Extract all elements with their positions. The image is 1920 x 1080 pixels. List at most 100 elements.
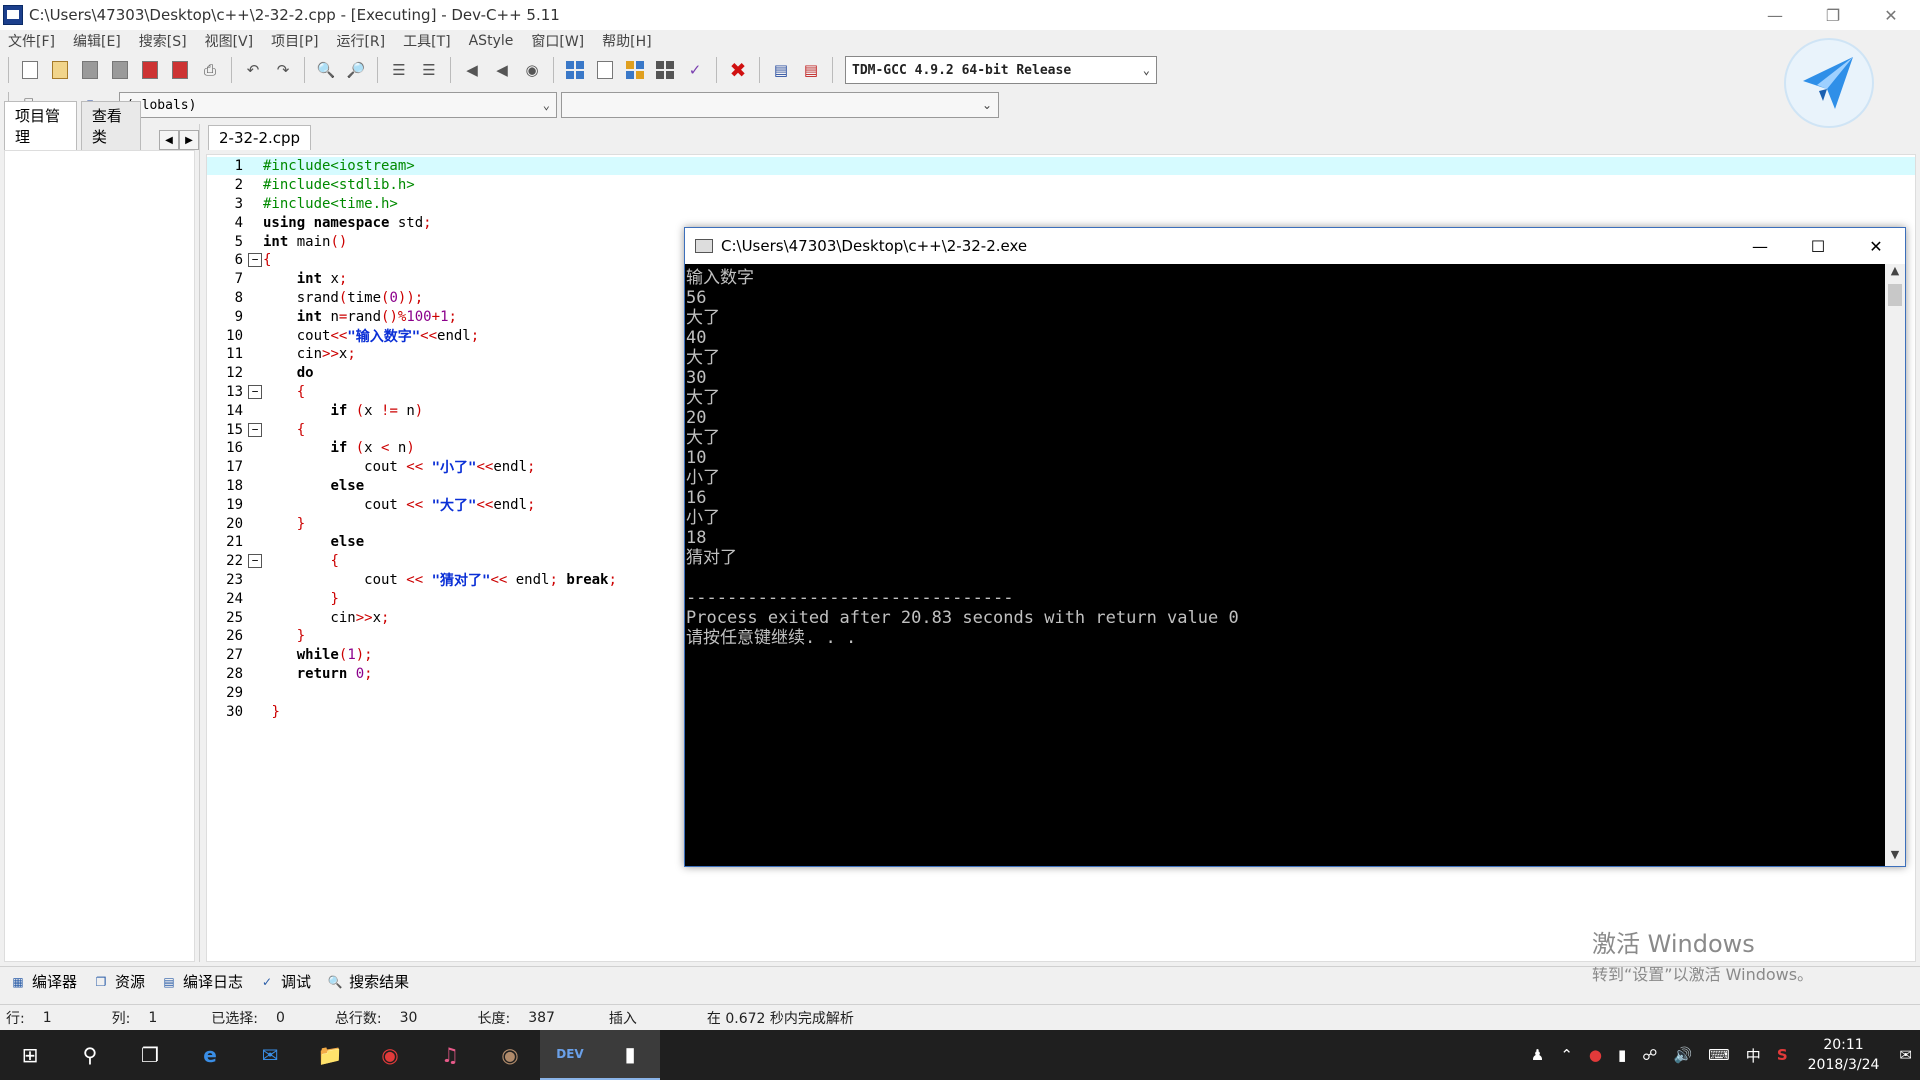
clock[interactable]: 20:11 2018/3/24 bbox=[1808, 1035, 1880, 1075]
bookmark-icon[interactable]: ◉ bbox=[519, 57, 545, 83]
console-close-button[interactable]: ✕ bbox=[1847, 228, 1905, 264]
editor-tab-strip: 2-32-2.cpp bbox=[200, 124, 312, 150]
search-icon[interactable]: ⚲ bbox=[60, 1030, 120, 1080]
console-line: 40 bbox=[686, 328, 707, 348]
status-lines-label: 总行数: bbox=[334, 1010, 382, 1027]
redo-icon[interactable]: ↷ bbox=[270, 57, 296, 83]
menu-search[interactable]: 搜索[S] bbox=[139, 31, 187, 51]
save-all-icon[interactable] bbox=[107, 57, 133, 83]
run-icon[interactable] bbox=[592, 57, 618, 83]
indent-icon[interactable]: ☰ bbox=[386, 57, 412, 83]
sogou-ime-icon[interactable]: S bbox=[1777, 1046, 1788, 1064]
scroll-down-icon[interactable]: ▼ bbox=[1885, 848, 1905, 866]
menu-help[interactable]: 帮助[H] bbox=[602, 31, 651, 51]
console-window[interactable]: C:\Users\47303\Desktop\c++\2-32-2.exe — … bbox=[684, 227, 1906, 867]
open-file-icon[interactable] bbox=[47, 57, 73, 83]
console-line: -------------------------------- bbox=[686, 588, 1014, 608]
tab-search-results-label: 搜索结果 bbox=[349, 973, 410, 991]
chevron-down-icon: ⌄ bbox=[981, 98, 992, 112]
scope-select[interactable]: (globals) ⌄ bbox=[119, 92, 557, 118]
ime-indicator[interactable]: 中 bbox=[1746, 1045, 1761, 1066]
tab-source-file[interactable]: 2-32-2.cpp bbox=[208, 125, 312, 150]
unindent-icon[interactable]: ☰ bbox=[416, 57, 442, 83]
tab-search-results[interactable]: 🔍 搜索结果 bbox=[327, 971, 410, 992]
tab-scroll-left-icon[interactable]: ◀ bbox=[159, 130, 179, 150]
menu-project[interactable]: 项目[P] bbox=[271, 31, 318, 51]
compile-icon[interactable] bbox=[562, 57, 588, 83]
syntax-check-icon[interactable]: ✓ bbox=[682, 57, 708, 83]
console-line: 20 bbox=[686, 408, 707, 428]
console-line: Process exited after 20.83 seconds with … bbox=[686, 608, 1239, 628]
task-view-icon[interactable]: ❐ bbox=[120, 1030, 180, 1080]
tab-compiler[interactable]: ▦ 编译器 bbox=[10, 971, 77, 992]
stop-execution-icon[interactable]: ✖ bbox=[725, 57, 751, 83]
class-toolbar: ⎘ ➜ ▮ (globals) ⌄ ⌄ bbox=[0, 88, 1920, 122]
photo-app-icon[interactable]: ◉ bbox=[480, 1030, 540, 1080]
network-icon[interactable]: ☍ bbox=[1642, 1046, 1657, 1064]
music-app-icon[interactable]: ♫ bbox=[420, 1030, 480, 1080]
resources-icon: ❐ bbox=[95, 974, 107, 989]
people-icon[interactable]: ♟ bbox=[1531, 1046, 1544, 1064]
console-taskbar-icon[interactable]: ▮ bbox=[600, 1030, 660, 1080]
menu-view[interactable]: 视图[V] bbox=[205, 31, 254, 51]
console-maximize-button[interactable]: ☐ bbox=[1789, 228, 1847, 264]
find-icon[interactable]: 🔍 bbox=[313, 57, 339, 83]
devcpp-taskbar-icon[interactable]: DEV bbox=[540, 1030, 600, 1080]
netease-music-icon[interactable]: ◉ bbox=[360, 1030, 420, 1080]
delete-profile-icon[interactable]: ▤ bbox=[798, 57, 824, 83]
forward-icon[interactable]: ◀ bbox=[489, 57, 515, 83]
tab-compile-log[interactable]: ▤ 编译日志 bbox=[161, 971, 243, 992]
menu-astyle[interactable]: AStyle bbox=[469, 33, 514, 49]
undo-icon[interactable]: ↶ bbox=[240, 57, 266, 83]
new-file-icon[interactable] bbox=[17, 57, 43, 83]
system-tray: ♟ ⌃ ● ▮ ☍ 🔊 ⌨ 中 S 20:11 2018/3/24 ✉ bbox=[1523, 1030, 1920, 1080]
save-icon[interactable] bbox=[77, 57, 103, 83]
fold-toggle-icon[interactable]: − bbox=[248, 384, 262, 399]
replace-icon[interactable]: 🔎 bbox=[343, 57, 369, 83]
bottom-panel-tabs: ▦ 编译器 ❐ 资源 ▤ 编译日志 ✓ 调试 🔍 搜索结果 bbox=[0, 966, 1920, 996]
start-icon[interactable]: ⊞ bbox=[0, 1030, 60, 1080]
fold-toggle-icon[interactable]: − bbox=[248, 422, 262, 437]
tab-resources[interactable]: ❐ 资源 bbox=[93, 971, 145, 992]
show-hidden-icons-icon[interactable]: ⌃ bbox=[1560, 1046, 1573, 1064]
menu-tools[interactable]: 工具[T] bbox=[403, 31, 450, 51]
notifications-icon[interactable]: ✉ bbox=[1899, 1046, 1912, 1064]
outlook-icon[interactable]: ✉ bbox=[240, 1030, 300, 1080]
console-minimize-button[interactable]: — bbox=[1731, 228, 1789, 264]
edge-browser-icon[interactable]: e bbox=[180, 1030, 240, 1080]
scroll-thumb[interactable] bbox=[1888, 284, 1902, 306]
keyboard-icon[interactable]: ⌨ bbox=[1708, 1046, 1730, 1064]
tab-project[interactable]: 项目管理 bbox=[4, 101, 77, 150]
minimize-button[interactable]: — bbox=[1746, 0, 1804, 30]
restore-button[interactable]: ❐ bbox=[1804, 0, 1862, 30]
close-all-icon[interactable] bbox=[167, 57, 193, 83]
tab-scroll-right-icon[interactable]: ▶ bbox=[179, 130, 199, 150]
console-line: 大了 bbox=[686, 428, 720, 448]
menu-edit[interactable]: 编辑[E] bbox=[73, 31, 121, 51]
close-file-icon[interactable] bbox=[137, 57, 163, 83]
tab-classes[interactable]: 查看类 bbox=[80, 101, 141, 150]
compile-run-icon[interactable] bbox=[622, 57, 648, 83]
console-line: 18 bbox=[686, 528, 707, 548]
fold-toggle-icon[interactable]: − bbox=[248, 554, 262, 569]
member-select[interactable]: ⌄ bbox=[561, 92, 999, 118]
project-tree[interactable] bbox=[4, 150, 195, 962]
close-button[interactable]: ✕ bbox=[1862, 0, 1920, 30]
menu-file[interactable]: 文件[F] bbox=[8, 31, 55, 51]
fold-toggle-icon[interactable]: − bbox=[248, 253, 262, 268]
back-icon[interactable]: ◀ bbox=[459, 57, 485, 83]
volume-icon[interactable]: 🔊 bbox=[1673, 1046, 1692, 1064]
rebuild-all-icon[interactable] bbox=[652, 57, 678, 83]
file-explorer-icon[interactable]: 📁 bbox=[300, 1030, 360, 1080]
tab-debug[interactable]: ✓ 调试 bbox=[259, 971, 311, 992]
tray-app-icon[interactable]: ● bbox=[1589, 1046, 1602, 1064]
console-scrollbar[interactable]: ▲ ▼ bbox=[1885, 264, 1905, 866]
menu-run[interactable]: 运行[R] bbox=[336, 31, 385, 51]
battery-icon[interactable]: ▮ bbox=[1618, 1046, 1626, 1064]
project-panel: 项目管理 查看类 ◀ ▶ bbox=[0, 101, 200, 962]
scroll-up-icon[interactable]: ▲ bbox=[1885, 264, 1905, 282]
print-icon[interactable]: ⎙ bbox=[197, 57, 223, 83]
menu-window[interactable]: 窗口[W] bbox=[531, 31, 584, 51]
compiler-select[interactable]: TDM-GCC 4.9.2 64-bit Release ⌄ bbox=[845, 56, 1157, 84]
profile-chart-icon[interactable]: ▤ bbox=[768, 57, 794, 83]
